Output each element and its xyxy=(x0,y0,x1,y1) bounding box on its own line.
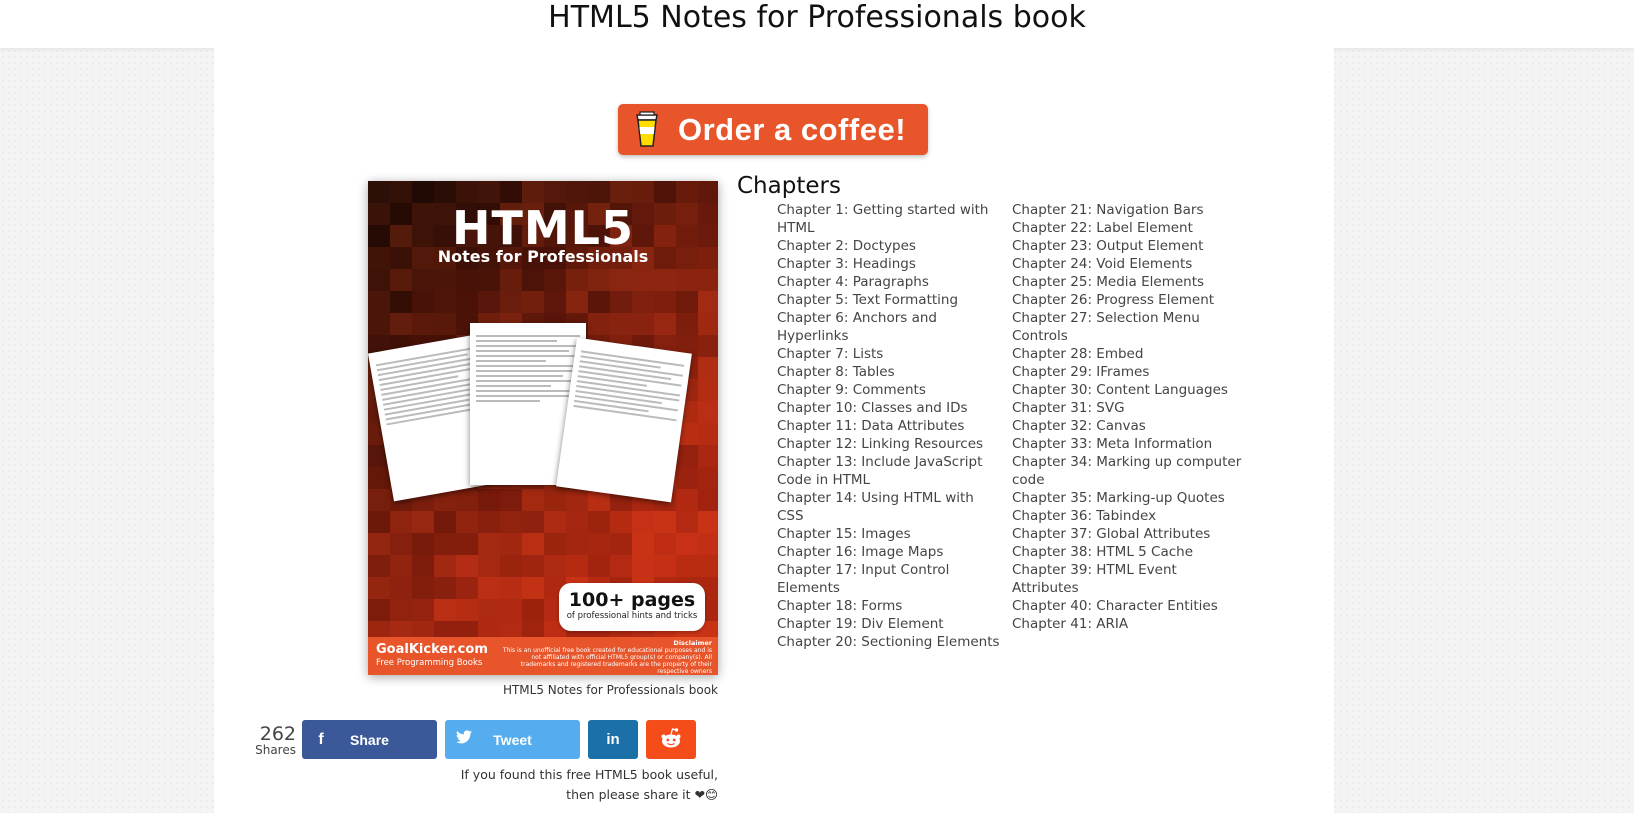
chapter-link[interactable]: Chapter 4: Paragraphs xyxy=(777,273,1002,291)
chapter-link[interactable]: Chapter 29: IFrames xyxy=(1012,363,1247,381)
chapter-link[interactable]: Chapter 20: Sectioning Elements xyxy=(777,633,1002,651)
chapter-link[interactable]: Chapter 6: Anchors and Hyperlinks xyxy=(777,309,1002,345)
pages-badge: 100+ pages of professional hints and tri… xyxy=(559,583,705,631)
chapter-link[interactable]: Chapter 33: Meta Information xyxy=(1012,435,1247,453)
page-header: HTML5 Notes for Professionals book xyxy=(0,0,1634,48)
reddit-share-button[interactable] xyxy=(646,720,696,759)
chapter-link[interactable]: Chapter 38: HTML 5 Cache xyxy=(1012,543,1247,561)
chapters-list-right: Chapter 21: Navigation Bars Chapter 22: L… xyxy=(1012,201,1247,633)
chapter-link[interactable]: Chapter 30: Content Languages xyxy=(1012,381,1247,399)
twitter-share-label: Tweet xyxy=(493,731,532,748)
chapter-link[interactable]: Chapter 5: Text Formatting xyxy=(777,291,1002,309)
chapter-link[interactable]: Chapter 3: Headings xyxy=(777,255,1002,273)
cover-caption: HTML5 Notes for Professionals book xyxy=(502,683,718,697)
chapter-link[interactable]: Chapter 21: Navigation Bars xyxy=(1012,201,1247,219)
chapter-link[interactable]: Chapter 11: Data Attributes xyxy=(777,417,1002,435)
share-message-line1: If you found this free HTML5 book useful… xyxy=(460,767,718,782)
book-cover[interactable]: HTML5 Notes for Professionals 100+ pages… xyxy=(368,181,718,675)
chapter-link[interactable]: Chapter 41: ARIA xyxy=(1012,615,1247,633)
chapter-link[interactable]: Chapter 1: Getting started with HTML xyxy=(777,201,1002,237)
chapter-link[interactable]: Chapter 22: Label Element xyxy=(1012,219,1247,237)
order-coffee-button[interactable]: Order a coffee! xyxy=(618,104,928,155)
chapter-link[interactable]: Chapter 13: Include JavaScript Code in H… xyxy=(777,453,1002,489)
cover-footer: GoalKicker.com Free Programming Books Di… xyxy=(368,637,718,675)
chapters-list-left: Chapter 1: Getting started with HTML Chap… xyxy=(777,201,1002,651)
chapter-link[interactable]: Chapter 14: Using HTML with CSS xyxy=(777,489,1002,525)
chapter-link[interactable]: Chapter 7: Lists xyxy=(777,345,1002,363)
chapter-link[interactable]: Chapter 12: Linking Resources xyxy=(777,435,1002,453)
cover-disclaimer: Disclaimer This is an unofficial free bo… xyxy=(502,639,712,676)
cover-subtitle: Notes for Professionals xyxy=(437,247,649,266)
cover-site: GoalKicker.com xyxy=(376,642,488,657)
chapter-link[interactable]: Chapter 2: Doctypes xyxy=(777,237,1002,255)
chapter-link[interactable]: Chapter 24: Void Elements xyxy=(1012,255,1247,273)
twitter-share-button[interactable]: Tweet xyxy=(445,720,580,759)
cover-disclaimer-title: Disclaimer xyxy=(673,639,712,647)
share-message: If you found this free HTML5 book useful… xyxy=(418,765,718,805)
share-message-line2: then please share it ❤😊 xyxy=(566,787,718,802)
chapter-link[interactable]: Chapter 15: Images xyxy=(777,525,1002,543)
chapter-link[interactable]: Chapter 23: Output Element xyxy=(1012,237,1247,255)
order-coffee-label: Order a coffee! xyxy=(678,111,907,147)
cover-sheet-right xyxy=(556,337,692,503)
share-count-label: Shares xyxy=(255,743,296,757)
chapters-heading: Chapters xyxy=(737,173,841,199)
pages-count: 100+ pages xyxy=(568,589,696,611)
chapter-link[interactable]: Chapter 39: HTML Event Attributes xyxy=(1012,561,1247,597)
chapter-link[interactable]: Chapter 37: Global Attributes xyxy=(1012,525,1247,543)
chapter-link[interactable]: Chapter 35: Marking-up Quotes xyxy=(1012,489,1247,507)
chapter-link[interactable]: Chapter 40: Character Entities xyxy=(1012,597,1247,615)
chapter-link[interactable]: Chapter 10: Classes and IDs xyxy=(777,399,1002,417)
chapter-link[interactable]: Chapter 18: Forms xyxy=(777,597,1002,615)
chapter-link[interactable]: Chapter 27: Selection Menu Controls xyxy=(1012,309,1247,345)
facebook-icon: f xyxy=(318,730,324,748)
chapter-link[interactable]: Chapter 31: SVG xyxy=(1012,399,1247,417)
share-counter: 262 Shares xyxy=(248,724,296,756)
page-title: HTML5 Notes for Professionals book xyxy=(548,0,1086,35)
facebook-share-label: Share xyxy=(350,731,389,748)
chapter-link[interactable]: Chapter 8: Tables xyxy=(777,363,1002,381)
cover-tagline: Free Programming Books xyxy=(376,658,483,668)
pages-subtext: of professional hints and tricks xyxy=(566,611,698,621)
reddit-icon xyxy=(659,727,683,752)
cover-disclaimer-text: This is an unofficial free book created … xyxy=(502,647,712,675)
chapter-link[interactable]: Chapter 25: Media Elements xyxy=(1012,273,1247,291)
chapter-link[interactable]: Chapter 9: Comments xyxy=(777,381,1002,399)
facebook-share-button[interactable]: f Share xyxy=(302,720,437,759)
chapter-link[interactable]: Chapter 16: Image Maps xyxy=(777,543,1002,561)
chapter-link[interactable]: Chapter 34: Marking up computer code xyxy=(1012,453,1247,489)
chapter-link[interactable]: Chapter 26: Progress Element xyxy=(1012,291,1247,309)
linkedin-icon: in xyxy=(606,731,620,748)
chapter-link[interactable]: Chapter 17: Input Control Elements xyxy=(777,561,1002,597)
twitter-icon xyxy=(445,730,483,749)
linkedin-share-button[interactable]: in xyxy=(588,720,638,759)
share-count: 262 xyxy=(259,723,296,745)
coffee-cup-icon xyxy=(632,110,662,149)
chapter-link[interactable]: Chapter 19: Div Element xyxy=(777,615,1002,633)
chapter-link[interactable]: Chapter 28: Embed xyxy=(1012,345,1247,363)
chapter-link[interactable]: Chapter 36: Tabindex xyxy=(1012,507,1247,525)
chapter-link[interactable]: Chapter 32: Canvas xyxy=(1012,417,1247,435)
